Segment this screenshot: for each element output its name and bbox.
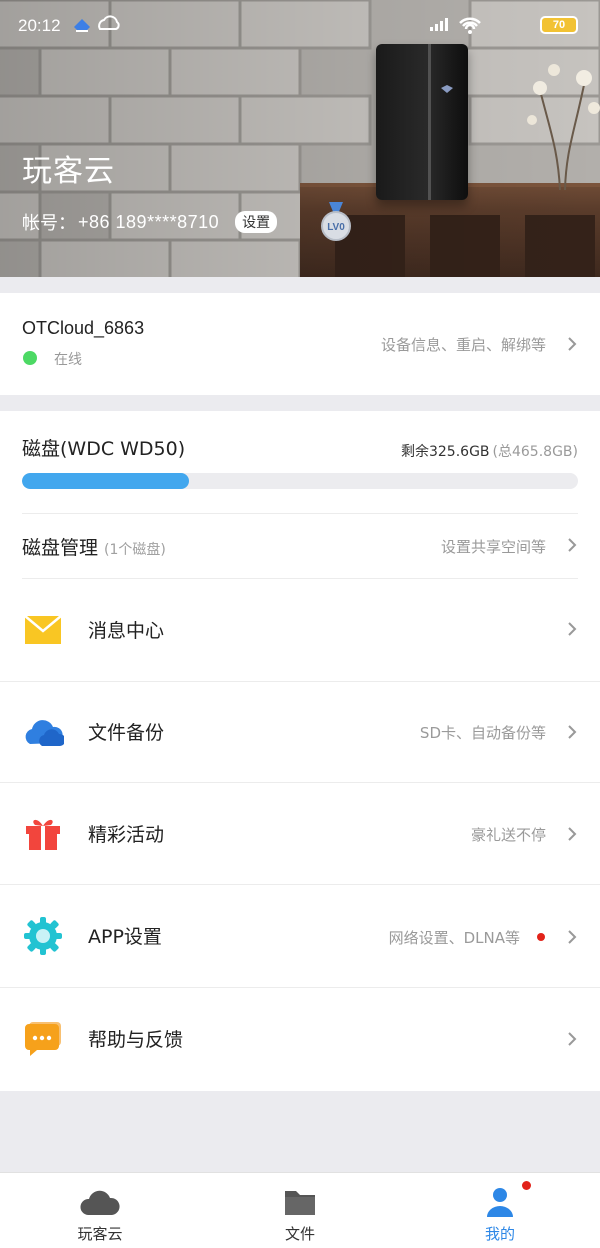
disk-capacity: 剩余325.6GB (总465.8GB)	[401, 441, 578, 461]
status-time: 20:12	[18, 16, 61, 35]
menu-item-help-feedback[interactable]: 帮助与反馈	[88, 1025, 183, 1052]
device-hint: 设备信息、重启、解绑等	[380, 336, 546, 354]
chevron-right-icon	[566, 538, 578, 552]
cloud-backup-icon	[25, 720, 64, 746]
account-row: 帐号： +86 189****8710 设置	[22, 208, 278, 236]
menu-item-app-settings[interactable]: APP设置	[88, 922, 162, 949]
disk-free-space: 剩余325.6GB	[400, 444, 490, 460]
menu-item-events[interactable]: 精彩活动	[88, 820, 164, 847]
device-status-text: 在线	[54, 352, 82, 368]
menu-item-disk-management[interactable]: 磁盘管理 (1个磁盘)	[22, 533, 166, 560]
tab-mine-label: 我的	[484, 1225, 515, 1243]
gear-icon	[24, 917, 62, 955]
app-title: 玩客云	[22, 154, 115, 189]
status-bar: 20:12 70	[0, 0, 600, 52]
app-settings-hint: 网络设置、DLNA等	[388, 929, 520, 947]
chevron-right-icon	[566, 337, 578, 351]
tab-files-label: 文件	[284, 1225, 315, 1243]
account-settings-button[interactable]: 设置	[235, 211, 278, 233]
chevron-right-icon	[566, 725, 578, 739]
online-status-dot	[23, 351, 37, 365]
folder-icon	[285, 1191, 315, 1215]
bottom-tab-bar: 玩客云 文件 我的	[0, 1172, 600, 1248]
divider	[0, 987, 600, 988]
envelope-icon	[24, 615, 62, 644]
gift-icon	[26, 819, 60, 850]
notification-icons	[74, 15, 120, 32]
tab-home-label: 玩客云	[77, 1225, 123, 1243]
disk-usage-bar	[22, 473, 578, 489]
new-badge-dot	[537, 933, 545, 941]
account-number: +86 189****8710	[78, 211, 220, 232]
tab-mine[interactable]: 我的	[400, 1173, 600, 1248]
chevron-right-icon	[566, 1032, 578, 1046]
disk-management-label: 磁盘管理	[22, 537, 99, 559]
battery-icon: 70	[540, 16, 578, 34]
account-label: 帐号：	[22, 213, 76, 234]
notification-badge-dot	[522, 1181, 531, 1190]
divider	[22, 513, 578, 514]
divider	[0, 681, 600, 682]
tab-files[interactable]: 文件	[200, 1173, 400, 1248]
cloud-icon	[80, 1190, 120, 1215]
level-label: LV0	[327, 222, 345, 233]
chevron-right-icon	[566, 930, 578, 944]
chevron-right-icon	[566, 622, 578, 636]
level-medal-icon[interactable]: LV0	[320, 202, 352, 242]
menu-item-messages[interactable]: 消息中心	[88, 616, 164, 643]
divider	[0, 782, 600, 783]
disk-management-hint: 设置共享空间等	[440, 538, 546, 556]
device-name: OTCloud_6863	[22, 318, 145, 338]
disk-total-space: (总465.8GB)	[492, 444, 578, 460]
events-hint: 豪礼送不停	[470, 826, 546, 844]
file-backup-hint: SD卡、自动备份等	[419, 724, 546, 742]
chevron-right-icon	[566, 827, 578, 841]
disk-title: 磁盘(WDC WD50)	[22, 438, 186, 460]
divider	[0, 884, 600, 885]
chat-bubble-icon	[25, 1022, 61, 1056]
signal-wifi-icons	[430, 17, 481, 34]
tab-home[interactable]: 玩客云	[0, 1173, 200, 1248]
person-icon	[487, 1188, 513, 1217]
divider	[22, 578, 578, 579]
disk-usage-fill	[22, 473, 189, 489]
menu-item-file-backup[interactable]: 文件备份	[88, 718, 164, 745]
disk-count: (1个磁盘)	[104, 542, 166, 558]
